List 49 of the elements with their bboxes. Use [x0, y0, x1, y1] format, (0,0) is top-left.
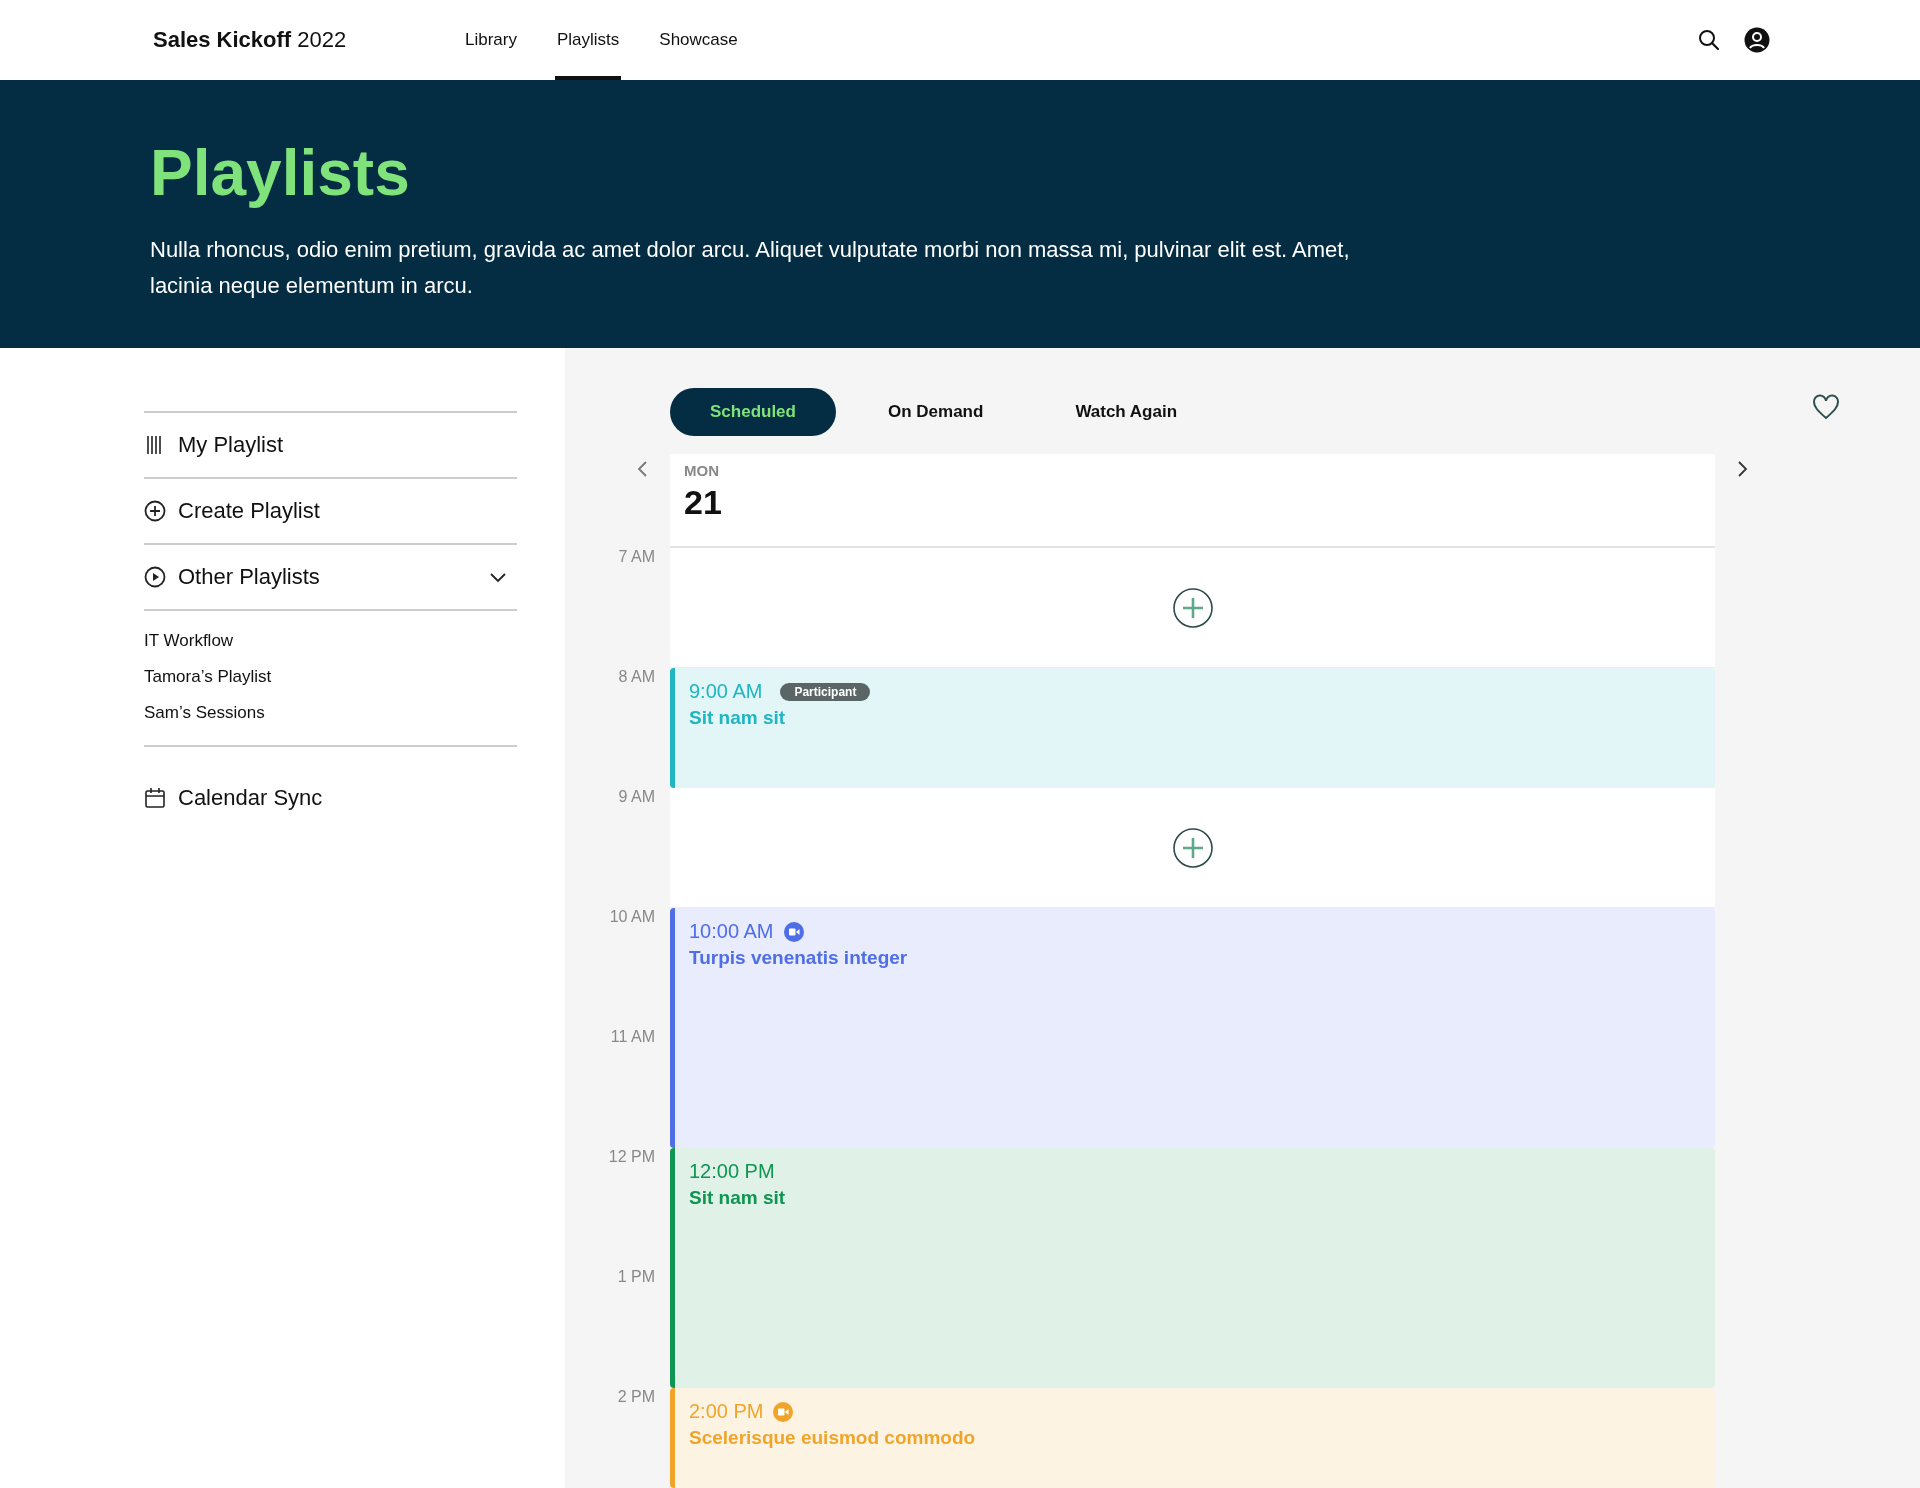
- event-time: 12:00 PM: [689, 1160, 775, 1183]
- event-title: Turpis venenatis integer: [689, 947, 909, 969]
- playlist-link[interactable]: Sam’s Sessions: [144, 695, 517, 731]
- chevron-icon[interactable]: [489, 571, 507, 583]
- nav-link[interactable]: Showcase: [657, 0, 740, 80]
- calendar-sync-link[interactable]: Calendar Sync: [144, 785, 517, 811]
- hour-label: 10 AM: [608, 908, 655, 927]
- search-icon[interactable]: [1698, 29, 1720, 51]
- account-icon[interactable]: [1744, 27, 1770, 53]
- role-tag: Participant: [780, 682, 871, 701]
- plus-circle-icon: [144, 500, 166, 522]
- tab[interactable]: Watch Again: [1035, 388, 1218, 436]
- hour-label: 1 PM: [616, 1268, 655, 1287]
- hour-label: 12 PM: [608, 1148, 655, 1167]
- weekday-label: MON: [684, 462, 720, 479]
- brand-title[interactable]: Sales Kickoff 2022: [153, 27, 463, 53]
- play-circle-icon: [144, 566, 166, 588]
- hour-label: 9 AM: [617, 788, 655, 807]
- sidebar-label: My Playlist: [178, 432, 284, 458]
- page-description: Nulla rhoncus, odio enim pretium, gravida ac amet dolor arcu. Aliquet vulputate morbi non massa mi, pulvinar elit est. Amet, lacinia neque elementum in arcu.: [150, 236, 1350, 300]
- event-time: 10:00 AM: [689, 920, 774, 943]
- heart-icon[interactable]: [1812, 394, 1840, 420]
- playlist-link[interactable]: IT Workflow: [144, 623, 517, 659]
- event-title: Sit nam sit: [689, 707, 787, 729]
- hour-label: 8 AM: [617, 668, 655, 687]
- playlist-link[interactable]: Tamora’s Playlist: [144, 659, 517, 695]
- event-time: 9:00 AM: [689, 680, 763, 703]
- sidebar-label: Create Playlist: [178, 498, 320, 524]
- event-card[interactable]: 9:00 AM Participant Sit nam sit: [670, 668, 1715, 788]
- nav-link[interactable]: Library: [463, 0, 519, 80]
- date-number: 21: [684, 483, 723, 522]
- sidebar-item[interactable]: Other Playlists: [144, 543, 517, 609]
- calendar-sync-label: Calendar Sync: [178, 785, 323, 811]
- tab[interactable]: Scheduled: [670, 388, 836, 436]
- event-title: Scelerisque euismod commodo: [689, 1427, 977, 1449]
- event-card[interactable]: 10:00 AM Turpis venenatis integer: [670, 908, 1715, 1148]
- calendar-icon: [144, 787, 166, 809]
- page-title: Playlists: [150, 136, 411, 210]
- add-icon[interactable]: [1172, 827, 1213, 868]
- add-icon[interactable]: [1172, 587, 1213, 628]
- hour-label: 7 AM: [617, 548, 655, 567]
- event-title: Sit nam sit: [689, 1187, 787, 1209]
- tab[interactable]: On Demand: [847, 388, 1024, 436]
- sidebar-label: Other Playlists: [178, 564, 320, 590]
- hour-label: 2 PM: [616, 1388, 655, 1407]
- sidebar-item[interactable]: Create Playlist: [144, 477, 517, 543]
- hour-label: 11 AM: [609, 1028, 655, 1047]
- event-time: 2:00 PM: [689, 1400, 764, 1423]
- sidebar-item[interactable]: My Playlist: [144, 411, 517, 477]
